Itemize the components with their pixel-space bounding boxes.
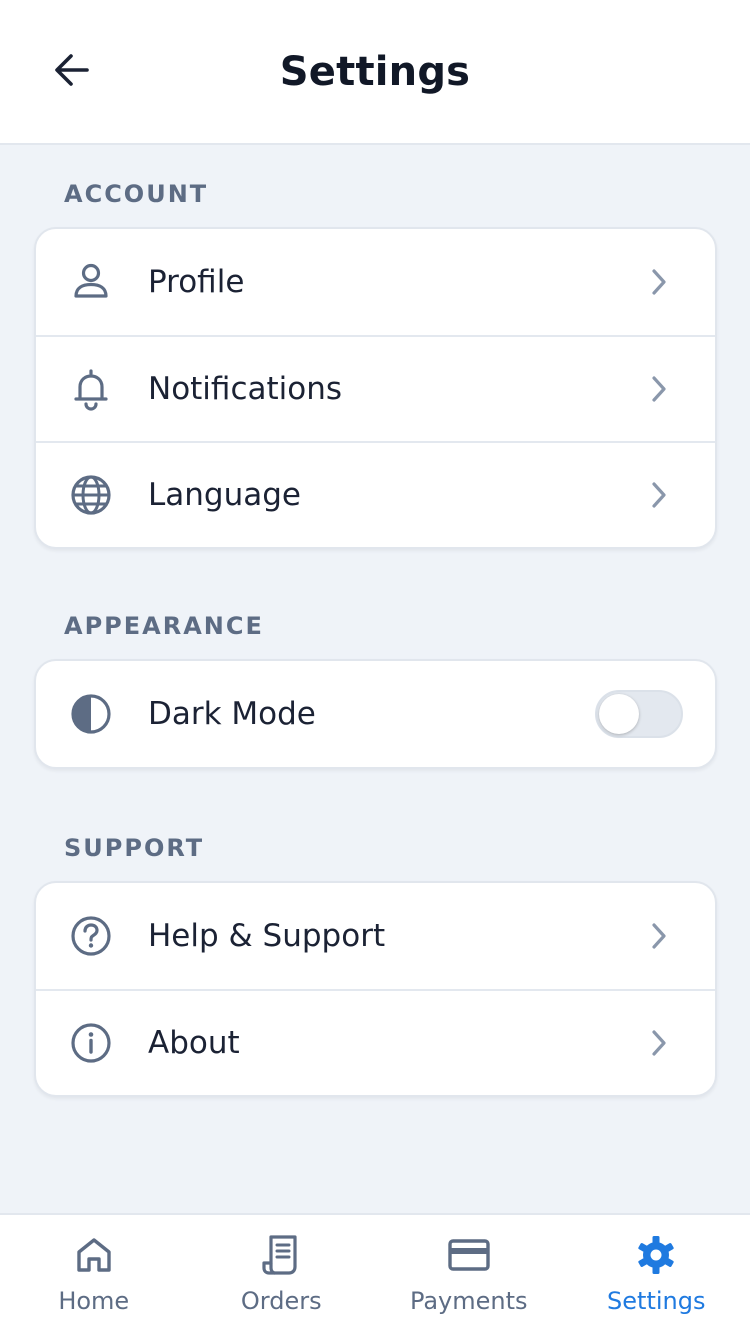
- home-icon: [72, 1233, 116, 1277]
- credit-card-icon: [447, 1233, 491, 1277]
- section-label-support: SUPPORT: [64, 834, 205, 862]
- tab-label: Home: [58, 1287, 130, 1315]
- row-label: Profile: [148, 264, 245, 300]
- tab-payments[interactable]: Payments: [375, 1215, 563, 1334]
- row-label: About: [148, 1025, 240, 1061]
- settings-row-notifications[interactable]: Notifications: [36, 335, 715, 441]
- settings-row-profile[interactable]: Profile: [36, 229, 715, 335]
- info-circle-icon: [68, 1020, 114, 1066]
- row-label: Dark Mode: [148, 696, 316, 732]
- appearance-card: Dark Mode: [34, 659, 717, 769]
- settings-screen: Settings ACCOUNT Profile Notifications L…: [0, 0, 750, 1334]
- tab-label: Orders: [240, 1287, 322, 1315]
- dark-mode-toggle[interactable]: [595, 690, 683, 738]
- chevron-right-icon: [647, 374, 671, 404]
- account-card: Profile Notifications Language: [34, 227, 717, 549]
- tab-label: Settings: [607, 1287, 706, 1315]
- row-label: Language: [148, 477, 301, 513]
- chevron-right-icon: [647, 1028, 671, 1058]
- help-circle-icon: [68, 913, 114, 959]
- settings-row-language[interactable]: Language: [36, 441, 715, 547]
- bell-icon: [68, 366, 114, 412]
- user-icon: [68, 259, 114, 305]
- row-label: Help & Support: [148, 918, 386, 954]
- tab-home[interactable]: Home: [0, 1215, 188, 1334]
- chevron-right-icon: [647, 480, 671, 510]
- app-header: Settings: [0, 0, 750, 145]
- receipt-icon: [259, 1233, 303, 1277]
- chevron-right-icon: [647, 921, 671, 951]
- contrast-icon: [68, 691, 114, 737]
- section-label-appearance: APPEARANCE: [64, 612, 264, 640]
- tab-label: Payments: [409, 1287, 528, 1315]
- bottom-tab-bar: Home Orders Payments Settings: [0, 1213, 750, 1334]
- support-card: Help & Support About: [34, 881, 717, 1097]
- gear-icon: [634, 1233, 678, 1277]
- row-label: Notifications: [148, 371, 343, 407]
- tab-orders[interactable]: Orders: [188, 1215, 376, 1334]
- chevron-right-icon: [647, 267, 671, 297]
- toggle-knob: [599, 694, 639, 734]
- globe-icon: [68, 472, 114, 518]
- settings-row-about[interactable]: About: [36, 989, 715, 1095]
- page-title: Settings: [279, 49, 471, 95]
- settings-row-dark-mode: Dark Mode: [36, 661, 715, 767]
- tab-settings[interactable]: Settings: [563, 1215, 750, 1334]
- settings-row-help-support[interactable]: Help & Support: [36, 883, 715, 989]
- section-label-account: ACCOUNT: [64, 180, 209, 208]
